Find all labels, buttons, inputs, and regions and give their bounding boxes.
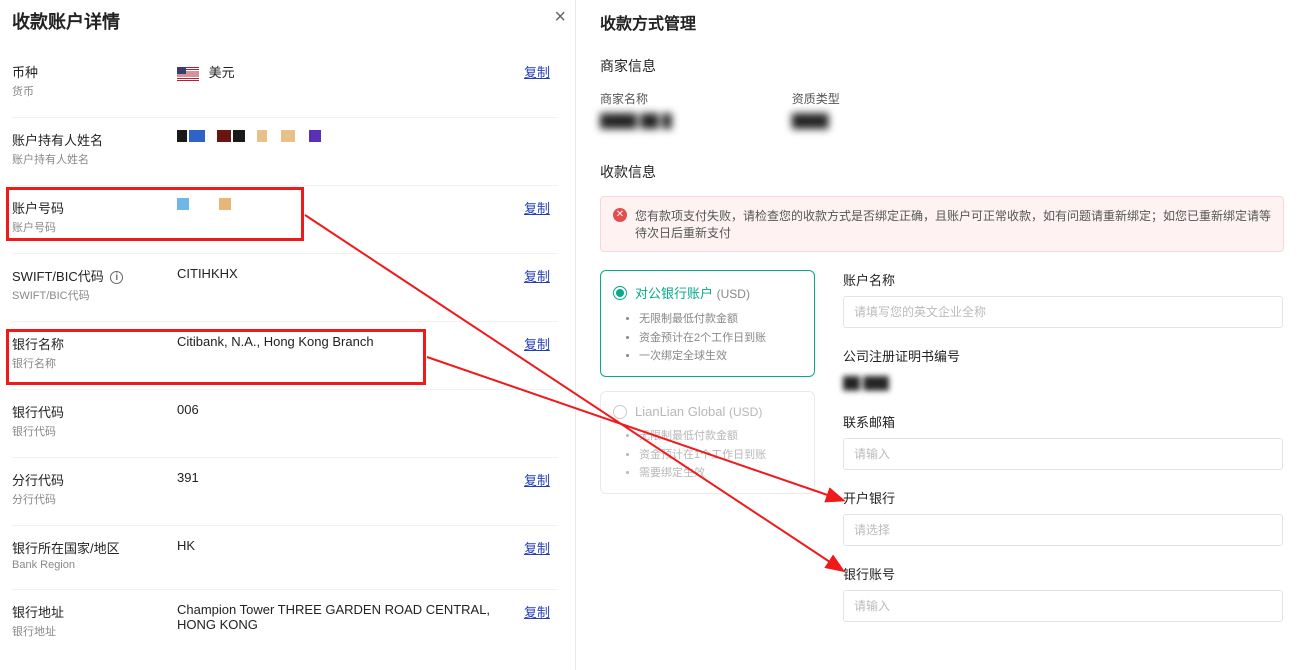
row-label: 账户持有人姓名 (12, 130, 177, 149)
row-branch-code: 分行代码 分行代码 391 复制 (12, 458, 558, 526)
radio-unchecked-icon (613, 405, 627, 419)
row-label: 分行代码 (12, 470, 177, 489)
bank-name-value: Citibank, N.A., Hong Kong Branch (177, 334, 558, 349)
row-label: 账户号码 (12, 198, 177, 217)
copy-button[interactable]: 复制 (524, 605, 550, 620)
copy-button[interactable]: 复制 (524, 337, 550, 352)
redacted-cert-no: ██ ███ (843, 372, 889, 394)
account-details-panel: 收款账户详情 × 币种 货币 美元 复制 账户持有人姓名 账户持有人姓名 账户号… (0, 0, 570, 670)
option-bullets: 无限制最低付款金额 资金预计在2个工作日到账 一次绑定全球生效 (613, 310, 802, 366)
currency-value: 美元 (209, 65, 235, 80)
copy-button[interactable]: 复制 (524, 473, 550, 488)
radio-checked-icon (613, 286, 627, 300)
option-title: 对公银行账户 (USD) (635, 283, 750, 302)
right-panel-title: 收款方式管理 (600, 8, 1284, 56)
option-title: LianLian Global (USD) (635, 404, 762, 419)
account-name-label: 账户名称 (843, 270, 1284, 289)
row-sublabel: 账户号码 (12, 219, 177, 235)
receiving-info-section: 收款信息 ✕ 您有款项支付失败，请检查您的收款方式是否绑定正确，且账户可正常收款… (600, 162, 1284, 640)
email-label: 联系邮箱 (843, 412, 1284, 431)
panel-title: 收款账户详情 (12, 8, 558, 50)
option-lianlian[interactable]: LianLian Global (USD) 无限制最低付款金额 资金预计在1个工… (600, 391, 815, 494)
bank-select[interactable] (843, 514, 1283, 546)
payment-failed-alert: ✕ 您有款项支付失败，请检查您的收款方式是否绑定正确，且账户可正常收款，如有问题… (600, 196, 1284, 252)
row-label: 银行地址 (12, 602, 177, 621)
row-label: 币种 (12, 62, 177, 81)
row-account-number: 账户号码 账户号码 复制 (12, 186, 558, 254)
row-sublabel: 银行地址 (12, 623, 177, 639)
email-input[interactable] (843, 438, 1283, 470)
row-bank-code: 银行代码 银行代码 006 (12, 390, 558, 458)
option-bullets: 无限制最低付款金额 资金预计在1个工作日到账 需要绑定生效 (613, 427, 802, 483)
bank-region-value: HK (177, 538, 558, 553)
redacted-qualification: ████ (792, 113, 829, 128)
bank-code-value: 006 (177, 402, 558, 417)
swift-value: CITIHKHX (177, 266, 558, 281)
row-sublabel: SWIFT/BIC代码 (12, 287, 177, 303)
merchant-name-label: 商家名称 (600, 90, 672, 107)
section-title: 收款信息 (600, 162, 1284, 182)
row-bank-region: 银行所在国家/地区 Bank Region HK 复制 (12, 526, 558, 590)
bank-account-input[interactable] (843, 590, 1283, 622)
row-label: 银行代码 (12, 402, 177, 421)
error-icon: ✕ (613, 208, 627, 222)
redacted-value (177, 198, 233, 213)
redacted-value (177, 130, 323, 145)
option-corporate-bank[interactable]: 对公银行账户 (USD) 无限制最低付款金额 资金预计在2个工作日到账 一次绑定… (600, 270, 815, 377)
bank-account-label: 银行账号 (843, 564, 1284, 583)
info-icon[interactable]: i (110, 271, 123, 284)
row-sublabel: 分行代码 (12, 491, 177, 507)
copy-button[interactable]: 复制 (524, 269, 550, 284)
copy-button[interactable]: 复制 (524, 541, 550, 556)
close-icon[interactable]: × (554, 6, 566, 29)
merchant-info-section: 商家信息 商家名称 ████ ██ █ 资质类型 ████ (600, 56, 1284, 128)
branch-code-value: 391 (177, 470, 558, 485)
row-label: 银行名称 (12, 334, 177, 353)
row-sublabel: 货币 (12, 83, 177, 99)
copy-button[interactable]: 复制 (524, 65, 550, 80)
row-bank-address: 银行地址 银行地址 Champion Tower THREE GARDEN RO… (12, 590, 558, 657)
section-title: 商家信息 (600, 56, 1284, 76)
bank-address-value: Champion Tower THREE GARDEN ROAD CENTRAL… (177, 602, 558, 632)
row-holder-name: 账户持有人姓名 账户持有人姓名 (12, 118, 558, 186)
us-flag-icon (177, 67, 199, 81)
row-sublabel: 银行名称 (12, 355, 177, 371)
row-sublabel: 银行代码 (12, 423, 177, 439)
account-name-input[interactable] (843, 296, 1283, 328)
row-sublabel: Bank Region (12, 559, 177, 571)
bank-label: 开户银行 (843, 488, 1284, 507)
alert-text: 您有款项支付失败，请检查您的收款方式是否绑定正确，且账户可正常收款，如有问题请重… (635, 207, 1271, 241)
row-bank-name: 银行名称 银行名称 Citibank, N.A., Hong Kong Bran… (12, 322, 558, 390)
payment-method-panel: 收款方式管理 商家信息 商家名称 ████ ██ █ 资质类型 ████ 收款信… (575, 0, 1300, 670)
row-label: 银行所在国家/地区 (12, 538, 177, 557)
row-swift: SWIFT/BIC代码 i SWIFT/BIC代码 CITIHKHX 复制 (12, 254, 558, 322)
qualification-type-label: 资质类型 (792, 90, 840, 107)
row-label: SWIFT/BIC代码 i (12, 266, 177, 285)
row-sublabel: 账户持有人姓名 (12, 151, 177, 167)
cert-no-label: 公司注册证明书编号 (843, 346, 1284, 365)
copy-button[interactable]: 复制 (524, 201, 550, 216)
redacted-merchant-name: ████ ██ █ (600, 113, 672, 128)
row-currency: 币种 货币 美元 复制 (12, 50, 558, 118)
